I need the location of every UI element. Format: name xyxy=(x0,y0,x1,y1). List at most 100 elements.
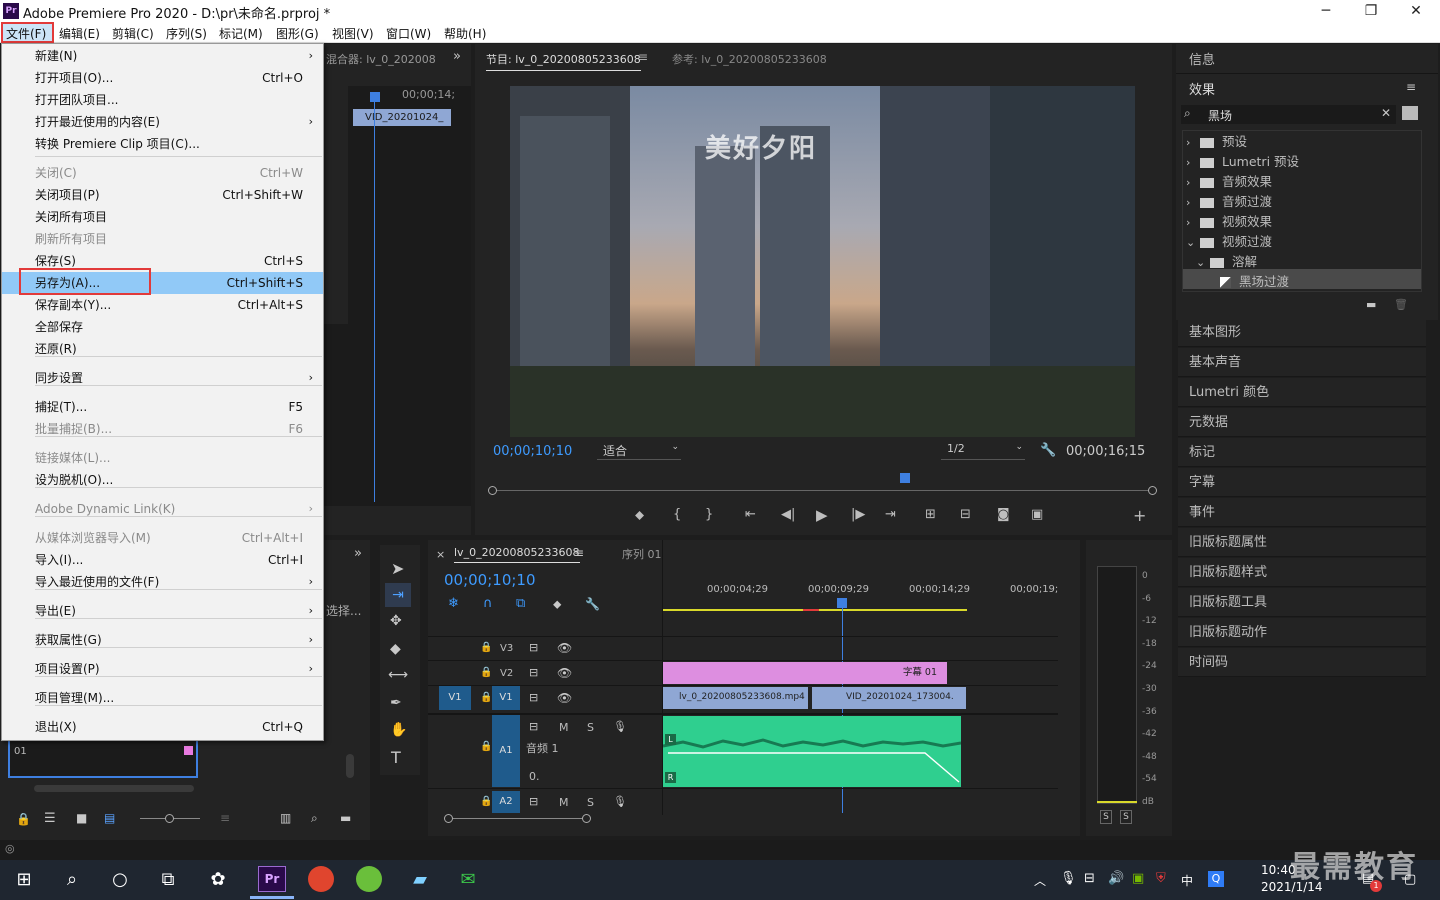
mixer-clip[interactable]: VID_20201024_ xyxy=(353,109,451,126)
panel-tab-item[interactable]: 事件 xyxy=(1178,498,1426,527)
chevron-down-icon[interactable]: ⌄ xyxy=(1196,256,1210,269)
sort-icon[interactable]: ≡ xyxy=(220,811,230,825)
razor-tool-icon[interactable]: ◆ xyxy=(390,641,401,657)
effects-tree-item[interactable]: ⌄ 视频过渡 xyxy=(1186,231,1272,250)
reference-tab[interactable]: 参考: lv_0_20200805233608 xyxy=(672,51,827,67)
clip-v1-vid[interactable]: VID_20201024_173004. xyxy=(812,687,966,709)
scrub-start-handle[interactable] xyxy=(488,486,497,495)
minimize-button[interactable]: ─ xyxy=(1303,0,1349,22)
panel-tab-item[interactable]: 旧版标题动作 xyxy=(1178,618,1426,647)
tray-security-icon[interactable]: ⛨ xyxy=(1156,871,1166,886)
go-to-out-icon[interactable]: ⇥ xyxy=(885,507,896,522)
mixer-playhead-handle[interactable] xyxy=(370,92,380,102)
file-menu-item[interactable]: 打开团队项目... xyxy=(2,89,323,111)
meter-solo-right[interactable]: S xyxy=(1120,810,1132,824)
program-timecode-current[interactable]: 00;00;10;10 xyxy=(493,444,572,459)
project-hscrollbar[interactable] xyxy=(34,785,194,792)
effects-search-input[interactable]: ⌕ 黑场 ✕ xyxy=(1181,105,1396,124)
clip-caption-01[interactable]: 字幕 01 xyxy=(663,662,947,684)
snap-icon[interactable]: ∩ xyxy=(483,596,493,611)
new-bin-folder-icon[interactable]: ▬ xyxy=(340,811,351,825)
program-scrubber[interactable] xyxy=(493,490,1153,491)
effects-tree-item[interactable]: ⌄ 溶解 xyxy=(1196,251,1257,270)
file-menu-item[interactable]: 关闭所有项目 xyxy=(2,206,323,228)
info-tab[interactable]: 信息 xyxy=(1189,49,1215,68)
project-overflow-icon[interactable]: » xyxy=(354,546,362,561)
trash-icon[interactable]: 🗑 xyxy=(1394,298,1408,311)
file-menu-item[interactable]: 还原(R) xyxy=(2,338,323,360)
timeline-menu-icon[interactable]: ≡ xyxy=(574,546,584,560)
file-menu-item[interactable]: 获取属性(G) › xyxy=(2,629,323,651)
menu-clip[interactable]: 剪辑(C) xyxy=(112,25,154,42)
file-menu-item[interactable]: 导入(I)... Ctrl+I xyxy=(2,549,323,571)
tray-nvidia-icon[interactable]: ▣ xyxy=(1132,871,1144,886)
chrome-icon[interactable] xyxy=(308,866,334,892)
ripple-edit-tool-icon[interactable]: ✥ xyxy=(390,613,402,629)
chevron-down-icon[interactable]: ⌄ xyxy=(1186,236,1200,249)
voiceover-a1-icon[interactable]: 🎙 xyxy=(613,720,627,733)
timeline-close-icon[interactable]: × xyxy=(436,548,445,561)
play-icon[interactable]: ▶ xyxy=(816,506,828,524)
effects-tree-item[interactable]: › 音频过渡 xyxy=(1186,191,1272,210)
track-select-tool-icon[interactable]: ⇥ xyxy=(385,583,411,607)
sync-lock-v1-icon[interactable]: ⊟ xyxy=(529,691,538,704)
step-back-icon[interactable]: ◀| xyxy=(781,507,795,522)
wechat-icon[interactable]: ✉ xyxy=(454,866,482,894)
sync-lock-v2-icon[interactable]: ⊟ xyxy=(529,666,538,679)
effects-tree-item[interactable]: › 视频效果 xyxy=(1186,211,1272,230)
panel-tab-item[interactable]: 标记 xyxy=(1178,438,1426,467)
file-menu-item[interactable]: 项目管理(M)... xyxy=(2,687,323,709)
folder-icon[interactable]: ▬ xyxy=(1366,298,1376,311)
mixer-tab[interactable]: 混合器: lv_0_202008 xyxy=(326,51,436,67)
source-patch-v1[interactable]: V1 xyxy=(439,686,471,710)
sequence-tab[interactable]: 序列 01 xyxy=(622,546,662,562)
file-menu-item[interactable]: 导出(E) › xyxy=(2,600,323,622)
lock-a2-icon[interactable]: 🔒 xyxy=(480,796,492,807)
tray-chevron-icon[interactable]: ︿ xyxy=(1034,872,1046,889)
timeline-settings-icon[interactable]: 🔧 xyxy=(585,597,600,611)
chevron-right-icon[interactable]: › xyxy=(1186,216,1200,229)
program-playhead[interactable] xyxy=(900,473,910,483)
resolution-dropdown[interactable]: 1/2 ⌄ xyxy=(941,442,1025,460)
menu-window[interactable]: 窗口(W) xyxy=(386,25,431,42)
chevron-right-icon[interactable]: › xyxy=(1186,156,1200,169)
tray-network-icon[interactable]: ⊟ xyxy=(1084,871,1095,886)
file-menu-item[interactable]: 项目设置(P) › xyxy=(2,658,323,680)
compare-view-icon[interactable]: ▣ xyxy=(1031,507,1043,522)
premiere-taskbar-icon[interactable]: Pr xyxy=(258,866,286,892)
notebook-app-icon[interactable]: ▰ xyxy=(406,866,434,894)
task-view-icon[interactable]: ⧉ xyxy=(154,866,182,894)
windows-start-icon[interactable]: ⊞ xyxy=(10,866,38,894)
scrub-end-handle[interactable] xyxy=(1148,486,1157,495)
program-menu-icon[interactable]: ≡ xyxy=(638,50,648,64)
program-video-frame[interactable]: 美好夕阳 xyxy=(510,86,1135,437)
sync-lock-v3-icon[interactable]: ⊟ xyxy=(529,641,538,654)
program-tab[interactable]: 节目: lv_0_20200805233608 xyxy=(486,51,641,71)
clip-audio-a1[interactable]: L R xyxy=(662,716,962,787)
menu-help[interactable]: 帮助(H) xyxy=(444,25,486,42)
file-menu-item[interactable]: 全部保存 xyxy=(2,316,323,338)
pen-tool-icon[interactable]: ✒ xyxy=(390,695,402,711)
effects-tree-item[interactable]: › 音频效果 xyxy=(1186,171,1272,190)
lock-icon[interactable]: 🔒 xyxy=(16,812,31,826)
track-v2-label[interactable]: V2 xyxy=(500,668,513,679)
slip-tool-icon[interactable]: ⟷ xyxy=(388,667,408,683)
meter-solo-left[interactable]: S xyxy=(1100,810,1112,824)
icon-view-icon[interactable]: ■ xyxy=(76,811,87,825)
chevron-right-icon[interactable]: › xyxy=(1186,176,1200,189)
panel-tab-item[interactable]: 基本图形 xyxy=(1178,318,1426,347)
project-search-label[interactable]: 选择... xyxy=(326,602,361,619)
panel-tab-item[interactable]: 旧版标题属性 xyxy=(1178,528,1426,557)
file-menu-item[interactable]: 新建(N) › xyxy=(2,45,323,67)
effects-tab[interactable]: 效果 xyxy=(1189,79,1215,98)
zoom-slider-thumb[interactable] xyxy=(165,814,174,823)
nest-icon[interactable]: ❄ xyxy=(448,596,459,611)
panel-tab-item[interactable]: 旧版标题工具 xyxy=(1178,588,1426,617)
file-menu-item[interactable]: 打开最近使用的内容(E) › xyxy=(2,111,323,133)
mute-a1-button[interactable]: M xyxy=(559,721,569,734)
add-button-icon[interactable]: + xyxy=(1133,506,1146,525)
timeline-playhead-handle[interactable] xyxy=(837,598,847,608)
panel-tab-item[interactable]: 字幕 xyxy=(1178,468,1426,497)
step-forward-icon[interactable]: |▶ xyxy=(851,507,865,522)
eye-v3-icon[interactable]: 👁 xyxy=(557,641,572,655)
